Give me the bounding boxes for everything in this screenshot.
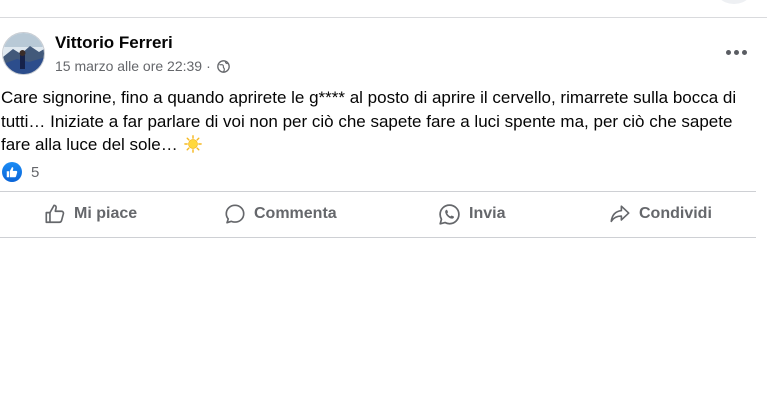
whatsapp-icon [439,203,460,225]
more-dot [733,49,739,55]
avatar[interactable] [2,32,45,75]
sun-emoji [184,135,203,153]
action-bar-divider [0,237,756,238]
globe-icon[interactable] [216,59,230,73]
share-button[interactable]: Condividi [609,195,712,233]
action-bar: Mi piace Commenta Invia Condividi [0,195,756,233]
more-dot [741,49,747,55]
meta-separator: · [206,58,211,74]
reactions-summary[interactable]: 5 [2,161,39,183]
post-body: Care signorine, fino a quando aprirete l… [1,88,737,154]
share-label: Condividi [639,205,712,222]
author-name[interactable]: Vittorio Ferreri [55,33,173,53]
comment-label: Commenta [254,205,337,222]
post-timestamp[interactable]: 15 marzo alle ore 22:39 [55,58,202,74]
comment-button[interactable]: Commenta [224,195,337,233]
post-text: Care signorine, fino a quando aprirete l… [1,86,761,157]
send-button[interactable]: Invia [438,195,505,233]
like-button[interactable]: Mi piace [44,195,137,233]
like-icon [2,162,22,182]
more-options-button[interactable] [721,40,751,64]
send-label: Invia [469,205,506,222]
more-dot [725,49,731,55]
like-label: Mi piace [74,205,138,222]
thumbs-up-icon [45,204,65,224]
comment-icon [225,204,245,224]
post-card: Vittorio Ferreri 15 marzo alle ore 22:39… [0,0,767,418]
share-icon [610,205,630,223]
top-divider [0,17,767,18]
reactions-divider [0,191,756,192]
reaction-count: 5 [31,163,40,181]
top-corner-avatar-edge [712,0,756,4]
post-meta: 15 marzo alle ore 22:39 · [55,57,230,75]
